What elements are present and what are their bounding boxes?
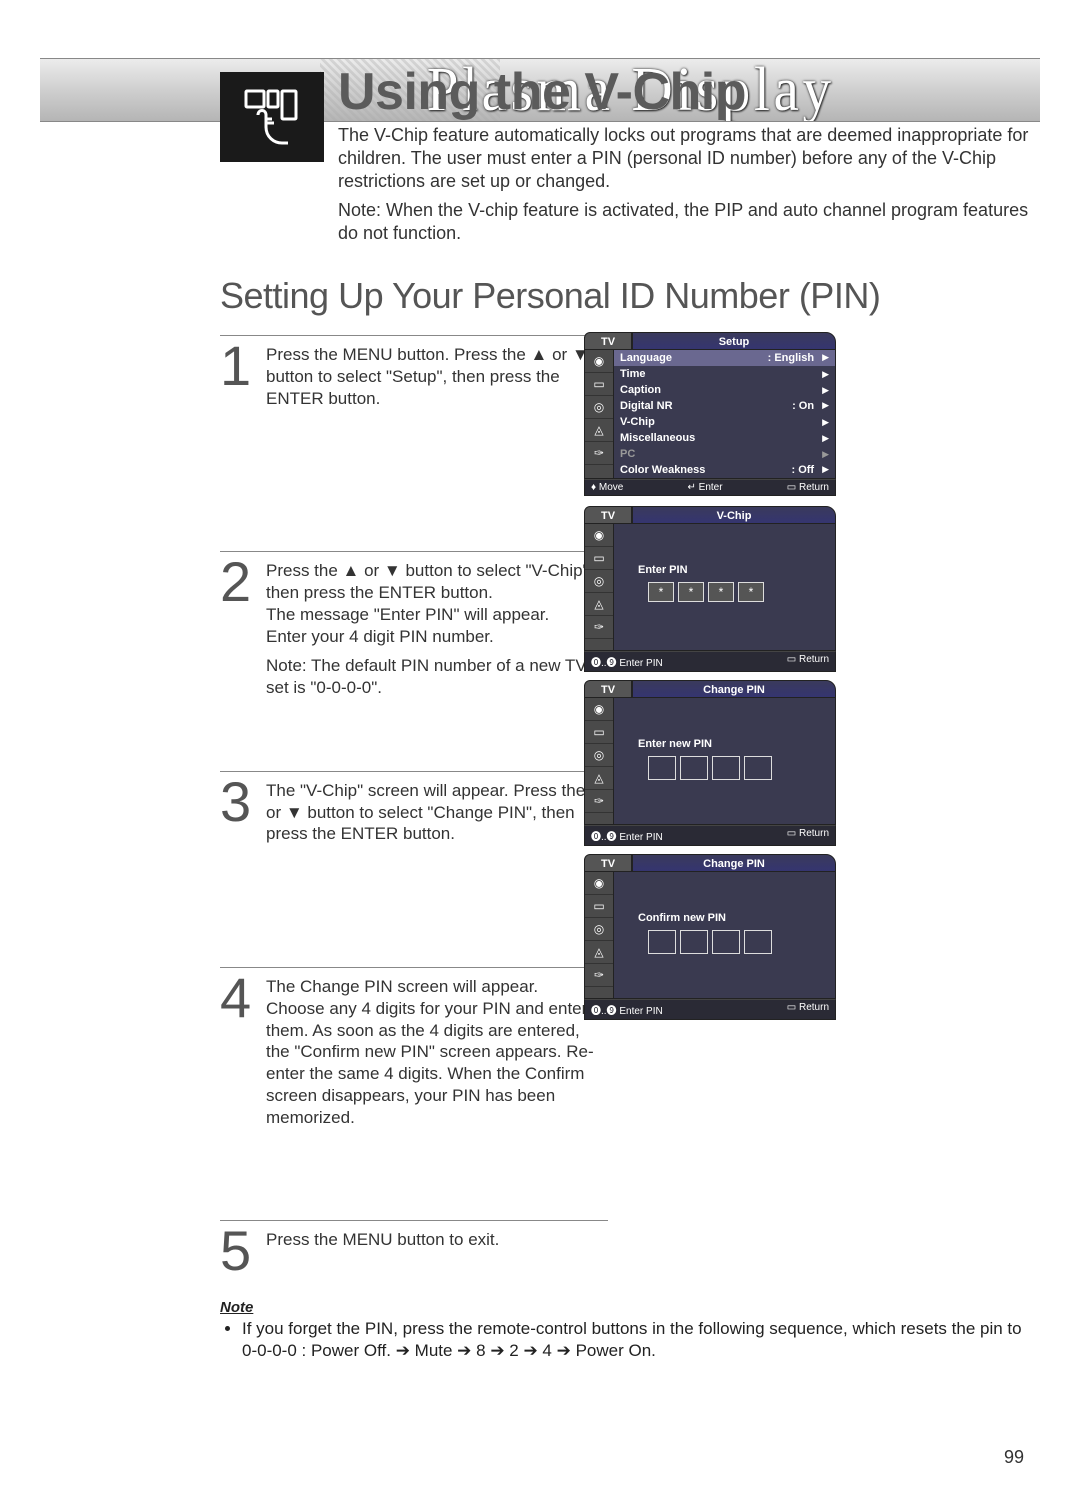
osd-pin-label: Confirm new PIN [614,872,835,930]
step-text: The "V-Chip" screen will appear. Press t… [266,780,608,845]
note-heading: Note [220,1299,1040,1316]
osd-tv-label: TV [584,854,632,872]
step-number: 3 [220,778,254,853]
osd-menu-row: Miscellaneous▶ [614,430,835,446]
osd-title: Setup [632,332,836,350]
pin-digit: * [648,582,674,602]
osd-vchip-enter-pin: TV V-Chip ◉▭◎◬✑ Enter PIN * * * * ⓿..❾ E… [584,506,836,672]
osd-menu-row: Caption▶ [614,382,835,398]
osd-title: Change PIN [632,854,836,872]
osd-title: V-Chip [632,506,836,524]
step-number: 1 [220,342,254,417]
step-text: The Change PIN screen will appear. Choos… [266,976,608,1128]
note-body: If you forget the PIN, press the remote-… [220,1318,1040,1362]
pin-digit [712,930,740,954]
step-note: Note: The default PIN number of a new TV… [266,655,608,699]
osd-foot-pin: ⓿..❾ Enter PIN [591,654,663,669]
step-number: 4 [220,974,254,1136]
osd-foot-enter: ↵ Enter [688,482,723,493]
osd-menu-row: Color Weakness: Off▶ [614,462,835,478]
osd-menu-row: V-Chip▶ [614,414,835,430]
pin-digit [680,756,708,780]
osd-foot-return: ▭ Return [787,654,829,669]
osd-foot-pin: ⓿..❾ Enter PIN [591,1002,663,1017]
step-4: 4 The Change PIN screen will appear. Cho… [220,967,608,1136]
osd-foot-return: ▭ Return [787,828,829,843]
hand-icon [220,72,324,162]
pin-digit [648,930,676,954]
osd-pin-label: Enter PIN [614,524,835,582]
pin-digit [680,930,708,954]
pin-digit [744,930,772,954]
osd-menu-row: PC▶ [614,446,835,462]
page-title: Using the V-Chip [338,66,1040,118]
osd-change-pin-enter: TV Change PIN ◉▭◎◬✑ Enter new PIN ⓿..❾ E… [584,680,836,846]
osd-tv-label: TV [584,332,632,350]
osd-tv-label: TV [584,680,632,698]
page-number: 99 [1004,1447,1024,1468]
osd-setup: TV Setup ◉▭◎◬✑ Language: English▶Time▶Ca… [584,332,836,496]
step-number: 5 [220,1227,254,1275]
osd-menu-row: Digital NR: On▶ [614,398,835,414]
pin-digit [712,756,740,780]
osd-tv-label: TV [584,506,632,524]
section-title: Setting Up Your Personal ID Number (PIN) [220,275,1040,317]
pin-digit: * [708,582,734,602]
osd-menu-row: Time▶ [614,366,835,382]
osd-foot-pin: ⓿..❾ Enter PIN [591,828,663,843]
intro-paragraph-2: Note: When the V-chip feature is activat… [338,199,1040,245]
step-1: 1 Press the MENU button. Press the ▲ or … [220,335,608,417]
pin-digit [744,756,772,780]
osd-foot-return: ▭ Return [787,482,829,493]
pin-digit [648,756,676,780]
step-5: 5 Press the MENU button to exit. [220,1220,608,1275]
step-3: 3 The "V-Chip" screen will appear. Press… [220,771,608,853]
pin-digit: * [738,582,764,602]
step-text: Press the MENU button to exit. [266,1229,499,1251]
osd-foot-return: ▭ Return [787,1002,829,1017]
osd-change-pin-confirm: TV Change PIN ◉▭◎◬✑ Confirm new PIN ⓿..❾… [584,854,836,1020]
step-text: Press the MENU button. Press the ▲ or ▼ … [266,344,608,409]
intro-paragraph-1: The V-Chip feature automatically locks o… [338,124,1040,193]
osd-pin-label: Enter new PIN [614,698,835,756]
osd-menu-row: Language: English▶ [614,350,835,366]
pin-digit: * [678,582,704,602]
step-number: 2 [220,558,254,707]
osd-title: Change PIN [632,680,836,698]
step-text: Press the ▲ or ▼ button to select "V-Chi… [266,560,608,647]
step-2: 2 Press the ▲ or ▼ button to select "V-C… [220,551,608,707]
osd-foot-move: ♦ Move [591,482,623,493]
